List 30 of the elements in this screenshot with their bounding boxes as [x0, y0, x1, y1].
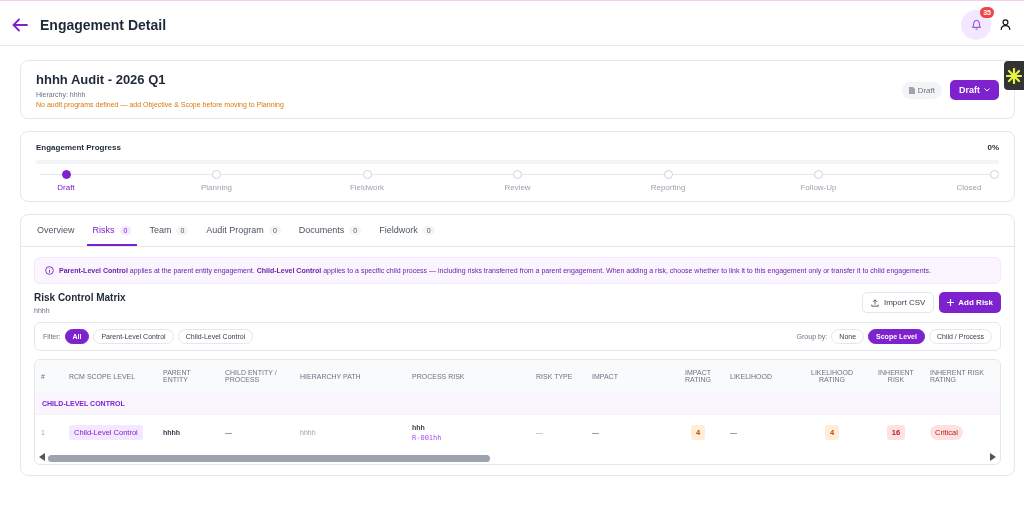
scrollbar-drawing[interactable]	[48, 455, 490, 462]
info-icon	[45, 266, 54, 275]
document-icon	[908, 86, 915, 94]
scroll-left-icon[interactable]	[39, 453, 45, 461]
status-badge: Draft	[901, 81, 942, 99]
stage-label: Reporting	[650, 183, 686, 192]
stage-label: Closed	[956, 183, 982, 192]
stage-label: Fieldwork	[349, 183, 385, 192]
chevron-down-icon	[984, 88, 990, 92]
stage-label: Review	[504, 183, 531, 192]
bell-icon	[970, 18, 982, 31]
asterisk-icon	[1006, 67, 1022, 84]
section-title: Risk Control Matrix	[34, 292, 127, 303]
page-title: Engagement Detail	[40, 16, 168, 33]
widget-tab[interactable]	[1004, 61, 1024, 90]
stage-label: Follow-Up	[800, 183, 837, 192]
plus-icon	[947, 299, 955, 306]
progress-title: Engagement Progress	[36, 143, 121, 152]
stage-label: Planning	[200, 183, 233, 192]
status-dropdown[interactable]: Draft	[950, 80, 999, 100]
user-icon[interactable]	[999, 18, 1012, 31]
add-button[interactable]: Add Risk	[939, 292, 1001, 313]
scroll-right-icon[interactable]	[990, 453, 996, 461]
upload-icon	[871, 298, 879, 307]
engagement-title: hhhh Audit - 2026 Q1	[36, 72, 167, 87]
stage-label: Draft	[57, 183, 75, 192]
tab[interactable]: Overview	[31, 215, 81, 246]
import-button[interactable]: Import CSV	[862, 292, 935, 313]
progress-percent: 0%	[987, 143, 999, 152]
back-arrow-icon[interactable]	[12, 17, 28, 32]
